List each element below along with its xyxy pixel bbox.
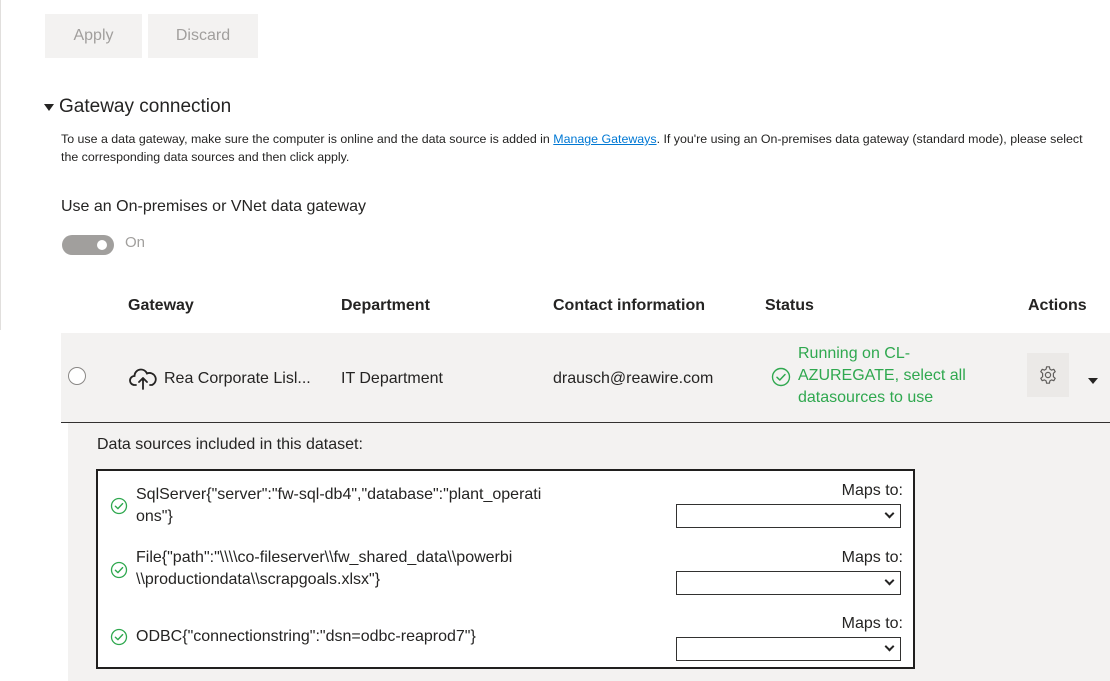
header-contact: Contact information	[553, 297, 705, 314]
check-circle-icon	[110, 561, 128, 584]
gateway-toggle-label: Use an On-premises or VNet data gateway	[61, 198, 367, 215]
manage-gateways-link[interactable]: Manage Gateways	[553, 132, 656, 146]
maps-to-label: Maps to:	[841, 615, 903, 632]
header-actions: Actions	[1028, 297, 1087, 314]
status-text: Running on CL- AZUREGATE, select all dat…	[798, 345, 966, 406]
header-gateway: Gateway	[128, 297, 194, 314]
section-title: Gateway connection	[59, 96, 232, 117]
maps-to-label: Maps to:	[841, 549, 903, 566]
toggle-knob	[97, 240, 107, 250]
toggle-state-text: On	[125, 234, 146, 251]
gateway-name: Rea Corporate Lisl...	[164, 370, 311, 387]
maps-to-label: Maps to:	[841, 482, 903, 499]
apply-button[interactable]: Apply	[45, 14, 142, 58]
datasources-title: Data sources included in this dataset:	[97, 436, 363, 453]
datasource-item: File{"path":"\\\\co-fileserver\\fw_share…	[136, 549, 513, 588]
status-check-icon	[771, 367, 791, 392]
chevron-down-icon	[884, 508, 895, 519]
check-circle-icon	[110, 628, 128, 651]
check-circle-icon	[110, 497, 128, 520]
maps-to-select[interactable]	[676, 571, 901, 595]
datasource-item: SqlServer{"server":"fw-sql-db4","databas…	[136, 486, 542, 525]
cloud-upload-icon	[129, 367, 157, 396]
left-divider	[0, 0, 1, 330]
chevron-down-icon	[884, 641, 895, 652]
gateway-settings-button[interactable]	[1027, 353, 1069, 397]
maps-to-select[interactable]	[676, 637, 901, 661]
gateway-connection-header[interactable]: Gateway connection	[44, 96, 231, 118]
datasource-item: ODBC{"connectionstring":"dsn=odbc-reapro…	[136, 628, 476, 645]
gear-icon	[1040, 366, 1056, 384]
discard-button[interactable]: Discard	[148, 14, 258, 58]
chevron-down-icon	[884, 575, 895, 586]
department-cell: IT Department	[341, 370, 443, 387]
section-description: To use a data gateway, make sure the com…	[61, 132, 1083, 164]
gateway-row-radio[interactable]	[68, 367, 86, 385]
gateway-toggle[interactable]	[62, 235, 114, 255]
maps-to-select[interactable]	[676, 504, 901, 528]
header-department: Department	[341, 297, 430, 314]
expand-chevron-icon[interactable]	[1088, 378, 1098, 384]
contact-cell: drausch@reawire.com	[553, 370, 714, 387]
header-status: Status	[765, 297, 814, 314]
collapse-triangle-icon	[44, 103, 54, 111]
